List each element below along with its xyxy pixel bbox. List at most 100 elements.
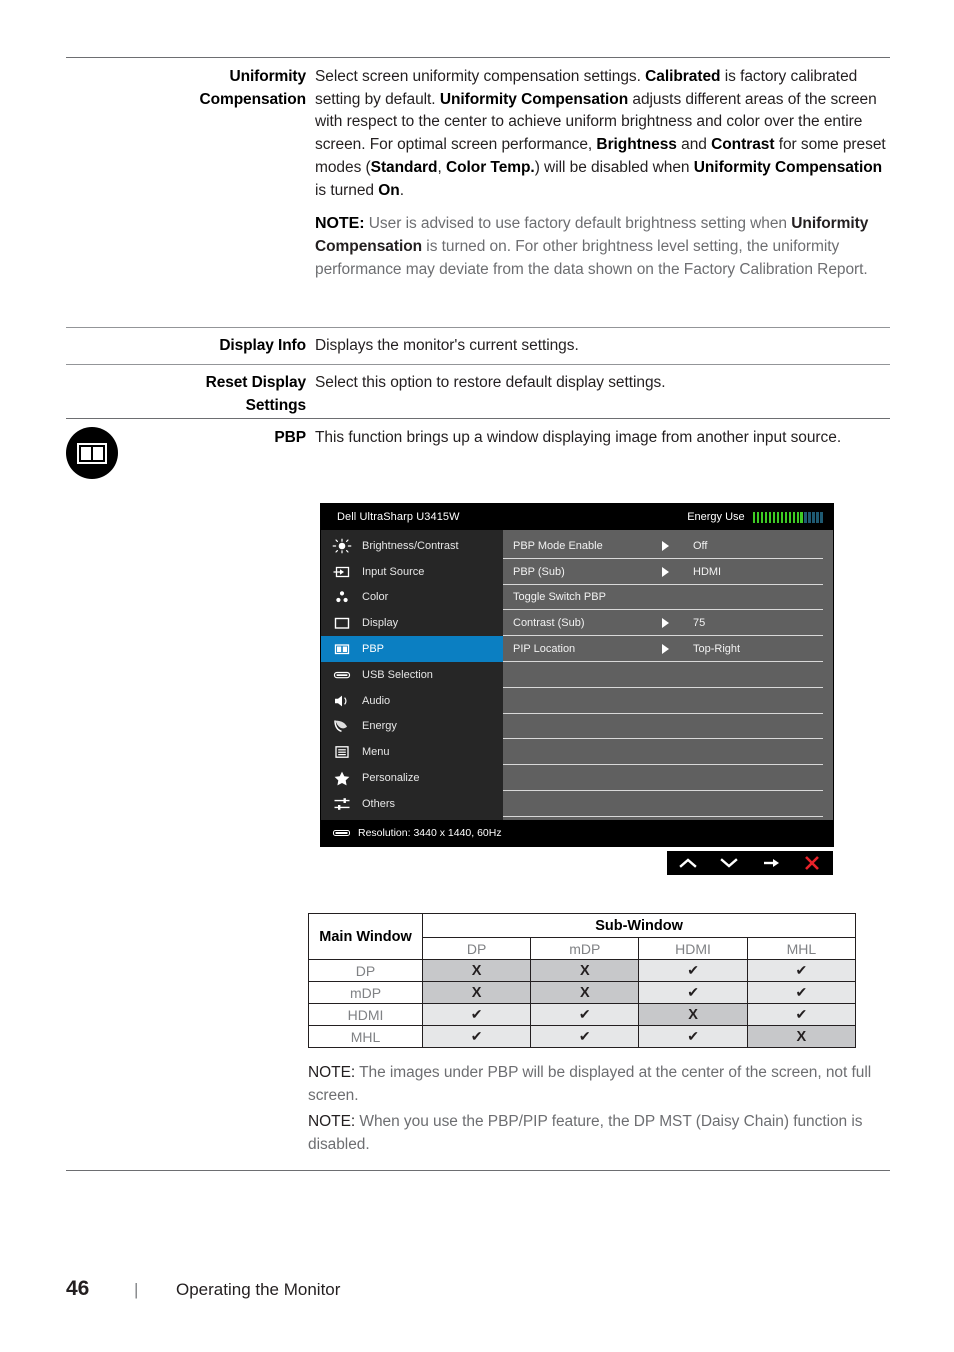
pbp-split-frame-icon — [77, 443, 107, 464]
osd-option-toggle-switch-pbp[interactable]: Toggle Switch PBP — [503, 585, 833, 611]
energy-bar-off — [808, 511, 812, 523]
osd-option-value: 75 — [693, 617, 706, 630]
osd-body: Brightness/Contrast Input Source Color Disp… — [321, 530, 833, 820]
matrix-cell-dp-mdp: X — [530, 959, 640, 982]
osd-nav-item-input-source[interactable]: Input Source — [321, 559, 503, 585]
note-pbp-dpmst: NOTE: When you use the PBP/PIP feature, … — [308, 1111, 896, 1156]
matrix-cell-hdmi-mhl: ✔ — [746, 1003, 857, 1026]
matrix-cell-hdmi-dp: ✔ — [422, 1003, 532, 1026]
energy-bar-on — [772, 511, 776, 523]
desc-uniformity-compensation-body: Select screen uniformity compensation se… — [315, 68, 886, 199]
osd-nav-item-display[interactable]: Display — [321, 610, 503, 636]
osd-key-up[interactable] — [673, 857, 703, 869]
term-display-info: Display Info — [219, 337, 306, 354]
note-label: NOTE: — [308, 1113, 356, 1130]
matrix-cell-mdp-hdmi: ✔ — [638, 981, 748, 1004]
matrix-header-row-1: Main Window Sub-Window — [307, 913, 856, 960]
osd-key-exit[interactable] — [797, 855, 827, 871]
matrix-cell-dp-hdmi: ✔ — [638, 959, 748, 982]
desc-display-info: Displays the monitor's current settings. — [315, 337, 579, 354]
osd-nav-item-label: Energy — [362, 720, 397, 733]
note-text: When you use the PBP/PIP feature, the DP… — [308, 1113, 863, 1153]
osd-option-empty-6 — [503, 688, 833, 714]
energy-bar-on — [800, 511, 804, 523]
right-arrow-icon — [763, 859, 779, 867]
osd-option-empty-8 — [503, 739, 833, 765]
osd-option-label: Toggle Switch PBP — [513, 591, 606, 604]
osd-nav-item-label: Menu — [362, 746, 390, 759]
osd-nav-item-label: Personalize — [362, 772, 420, 785]
note-text: User is advised to use factory default b… — [315, 215, 869, 278]
matrix-row-header-dp: DP — [307, 959, 424, 982]
osd-nav-item-label: USB Selection — [362, 668, 433, 681]
energy-bar-on — [788, 511, 792, 523]
matrix-cell-mdp-mhl: ✔ — [746, 981, 857, 1004]
term-reset-display-settings: Reset Display Settings — [205, 374, 306, 414]
menu-icon — [331, 744, 353, 760]
osd-option-empty-7 — [503, 714, 833, 740]
osd-nav-item-energy[interactable]: Energy — [321, 714, 503, 740]
osd-option-value: Off — [693, 539, 708, 552]
osd-option-label: PBP (Sub) — [513, 565, 565, 578]
brightness-contrast-icon — [331, 538, 353, 554]
matrix-head: Main Window Sub-Window DP mDP HDMI MHL — [307, 913, 857, 960]
osd-nav-item-usb-selection[interactable]: USB Selection — [321, 662, 503, 688]
matrix-cell-dp-dp: X — [422, 959, 532, 982]
osd-nav-item-label: PBP — [362, 643, 385, 656]
osd-nav-item-menu[interactable]: Menu — [321, 739, 503, 765]
page-number: 46 — [66, 1277, 90, 1300]
footer-chapter-title: Operating the Monitor — [176, 1280, 341, 1299]
note-label: NOTE: — [315, 215, 365, 233]
osd-option-pbp-sub[interactable]: PBP (Sub) HDMI — [503, 559, 833, 585]
chevron-right-icon — [661, 566, 693, 578]
osd-key-down[interactable] — [714, 857, 744, 869]
down-arrow-icon — [720, 858, 738, 868]
energy-bar-off — [804, 511, 808, 523]
matrix-row-header-hdmi: HDMI — [307, 1003, 424, 1026]
matrix-main-window-header: Main Window — [307, 913, 424, 960]
energy-bar-on — [752, 511, 756, 523]
matrix-cell-dp-mhl: ✔ — [746, 959, 857, 982]
energy-bar-on — [792, 511, 796, 523]
matrix-body: DP X X ✔ ✔ mDP X X ✔ ✔ HDMI ✔ ✔ X ✔ MHL ✔ ✔ ✔ X — [307, 959, 857, 1048]
osd-option-empty-5 — [503, 662, 833, 688]
matrix-subcol-header-mdp: mDP — [530, 937, 640, 960]
term-pbp: PBP — [274, 429, 306, 446]
desc-reset-display-settings: Select this option to restore default di… — [315, 374, 666, 391]
energy-bar-on — [796, 511, 800, 523]
osd-nav-item-label: Input Source — [362, 565, 425, 578]
osd-option-contrast-sub[interactable]: Contrast (Sub) 75 — [503, 610, 833, 636]
osd-nav-item-personalize[interactable]: Personalize — [321, 765, 503, 791]
osd-option-pbp-mode-enable[interactable]: PBP Mode Enable Off — [503, 533, 833, 559]
osd-header: Dell UltraSharp U3415W Energy Use — [321, 504, 833, 530]
osd-nav-item-color[interactable]: Color — [321, 585, 503, 611]
matrix-row-header-mhl: MHL — [307, 1025, 424, 1048]
osd-nav-item-others[interactable]: Others — [321, 791, 503, 817]
osd-nav-item-audio[interactable]: Audio — [321, 688, 503, 714]
matrix-row: MHL ✔ ✔ ✔ X — [307, 1025, 857, 1048]
energy-bar-on — [768, 511, 772, 523]
energy-bar-on — [756, 511, 760, 523]
osd-option-value: HDMI — [693, 565, 722, 578]
osd-option-label: Contrast (Sub) — [513, 617, 585, 630]
energy-bar-on — [760, 511, 764, 523]
matrix-row-header-mdp: mDP — [307, 981, 424, 1004]
matrix-sub-window-header: Sub-Window — [422, 913, 856, 938]
osd-energy-use: Energy Use — [687, 511, 823, 523]
osd-option-label: PIP Location — [513, 643, 576, 656]
note-uniformity-compensation: NOTE: User is advised to use factory def… — [315, 213, 890, 281]
energy-bar-off — [816, 511, 820, 523]
osd-key-enter[interactable] — [756, 857, 786, 869]
desc-uniformity-compensation: Select screen uniformity compensation se… — [315, 66, 890, 281]
section-rule-bottom — [66, 1170, 890, 1171]
section-rule-top — [66, 57, 890, 58]
pbp-icon — [331, 641, 353, 657]
close-x-icon — [805, 856, 820, 870]
note-text: The images under PBP will be displayed a… — [308, 1064, 872, 1104]
osd-nav-item-brightness-contrast[interactable]: Brightness/Contrast — [321, 533, 503, 559]
osd-nav-item-pbp[interactable]: PBP — [321, 636, 503, 662]
osd-energy-use-meter — [752, 511, 823, 523]
matrix-row: HDMI ✔ ✔ X ✔ — [307, 1003, 857, 1026]
osd-option-pip-location[interactable]: PIP Location Top-Right — [503, 636, 833, 662]
usb-selection-icon — [331, 667, 353, 683]
